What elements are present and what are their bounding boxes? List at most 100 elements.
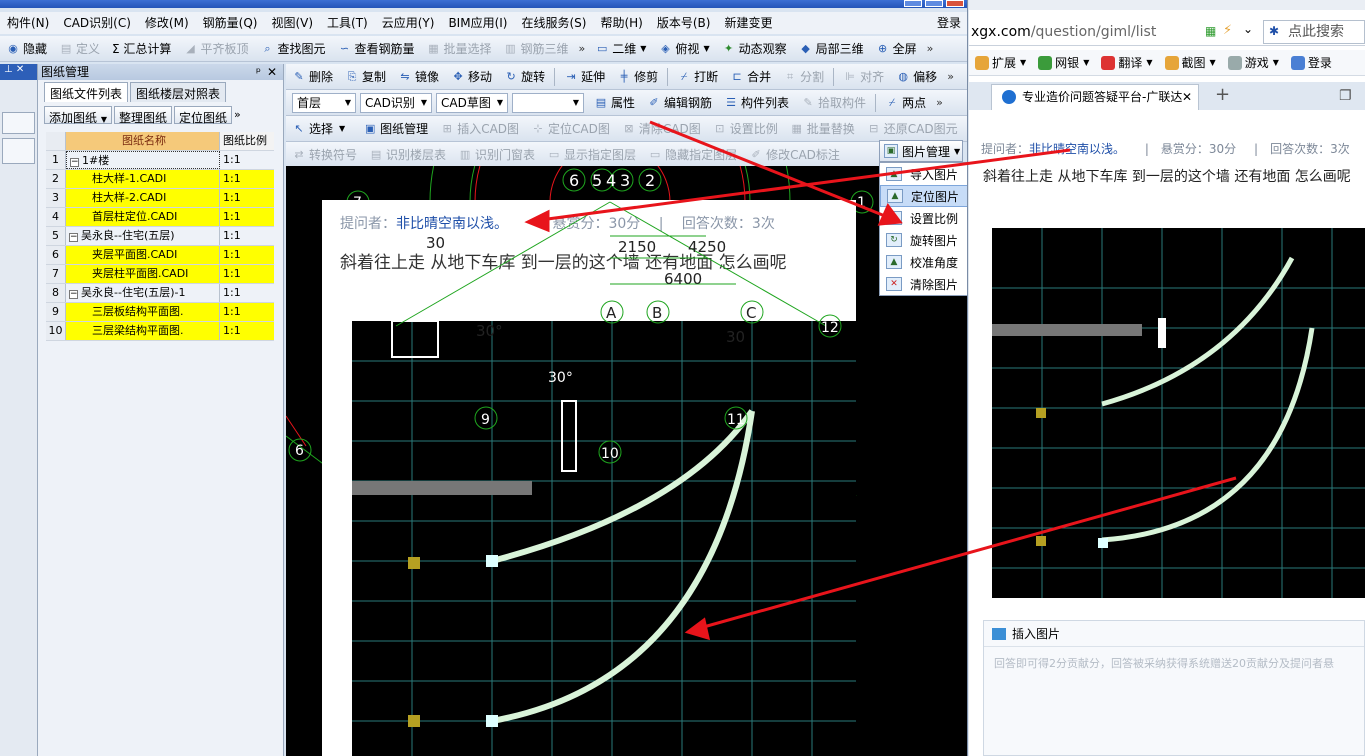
toolbar-overflow-icon[interactable]: »	[923, 42, 938, 55]
rotate-button[interactable]: ↻ 旋转	[498, 65, 551, 89]
table-row[interactable]: 7 夹层柱平面图.CADI 1:1	[46, 265, 274, 284]
local-3d-button[interactable]: ◆ 局部三维	[793, 37, 870, 61]
strip-button[interactable]	[2, 112, 35, 134]
url-text[interactable]: xgx.com/question/giml/list	[969, 24, 1156, 40]
summary-calc-button[interactable]: Σ 汇总计算	[106, 37, 177, 61]
menu-bim[interactable]: BIM应用(I)	[441, 12, 514, 34]
two-points-button[interactable]: ⌿ 两点	[879, 91, 932, 115]
menu-online-service[interactable]: 在线服务(S)	[514, 12, 593, 34]
batch-replace-button[interactable]: ▦ 批量替换	[784, 117, 861, 141]
menu-item-locate-image[interactable]: ▲ 定位图片	[880, 185, 967, 207]
address-bar[interactable]: xgx.com/question/giml/list ▦ ⚡ ⌄ 点此搜索 ✱	[969, 18, 1365, 46]
close-icon[interactable]: ✕	[267, 64, 277, 80]
toolbar-overflow-icon[interactable]: »	[575, 42, 590, 55]
locate-drawing-button[interactable]: 定位图纸	[174, 106, 233, 125]
table-row[interactable]: 10 三层梁结构平面图. 1:1	[46, 322, 274, 341]
drawing-management-button[interactable]: ▣ 图纸管理	[357, 117, 434, 141]
menu-cloud[interactable]: 云应用(Y)	[375, 12, 442, 34]
menu-cad-recognize[interactable]: CAD识别(C)	[56, 12, 138, 34]
tab-drawing-floor-map[interactable]: 图纸楼层对照表	[130, 82, 227, 102]
column-header-name[interactable]: 图纸名称	[66, 132, 220, 150]
toolbar-overflow-icon[interactable]: »	[943, 70, 958, 83]
fav-login[interactable]: 登录	[1285, 54, 1338, 71]
menu-modify[interactable]: 修改(M)	[138, 12, 196, 34]
pin-icon[interactable]: ⊥ ✕	[0, 64, 37, 80]
table-row[interactable]: 4 首层柱定位.CADI 1:1	[46, 208, 274, 227]
view-rebar-button[interactable]: ∽ 查看钢筋量	[331, 37, 420, 61]
cad-draft-select[interactable]: CAD草图 ▼	[436, 92, 508, 113]
table-row[interactable]: 9 三层板结构平面图. 1:1	[46, 303, 274, 322]
toolbar-overflow-icon[interactable]: »	[932, 96, 947, 109]
merge-button[interactable]: ⊏ 合并	[724, 65, 777, 89]
menu-item-set-scale[interactable]: ▲ 设置比例	[880, 207, 967, 229]
dynamic-view-button[interactable]: ✦ 动态观察	[716, 37, 793, 61]
menu-item-clear-image[interactable]: ✕ 清除图片	[880, 273, 967, 295]
table-row[interactable]: 2 柱大样-1.CADI 1:1	[46, 170, 274, 189]
trim-button[interactable]: ╪ 修剪	[611, 65, 664, 89]
hide-button[interactable]: ◉ 隐藏	[0, 37, 53, 61]
find-element-button[interactable]: ⌕ 查找图元	[254, 37, 331, 61]
move-button[interactable]: ✥ 移动	[445, 65, 498, 89]
restore-cad-button[interactable]: ⊟ 还原CAD图元	[861, 117, 964, 141]
table-row[interactable]: 5 − 吴永良--住宅(五层) 1:1	[46, 227, 274, 246]
chevron-down-icon[interactable]: ⌄	[1243, 22, 1253, 36]
fav-translate[interactable]: 翻译 ▼	[1095, 54, 1158, 71]
level-slab-top-button[interactable]: ◢ 平齐板顶	[177, 37, 254, 61]
fav-games[interactable]: 游戏 ▼	[1222, 54, 1285, 71]
show-layer-button[interactable]: ▭ 显示指定图层	[541, 143, 642, 167]
menu-new-change[interactable]: 新建变更	[717, 12, 779, 34]
add-drawing-button[interactable]: 添加图纸 ▼	[44, 106, 112, 125]
table-row[interactable]: 6 夹层平面图.CADI 1:1	[46, 246, 274, 265]
organize-drawing-button[interactable]: 整理图纸	[114, 106, 173, 125]
tab-drawing-file-list[interactable]: 图纸文件列表	[44, 82, 129, 102]
column-header-scale[interactable]: 图纸比例	[220, 132, 274, 150]
convert-symbol-button[interactable]: ⇄ 转换符号	[286, 143, 363, 167]
define-button[interactable]: ▤ 定义	[53, 37, 106, 61]
collapse-icon[interactable]: −	[70, 158, 79, 167]
menu-item-calibrate-angle[interactable]: ▲ 校准角度	[880, 251, 967, 273]
answer-textarea[interactable]: 回答即可得2分贡献分，回答被采纳获得系统赠送20贡献分及提问者悬	[984, 647, 1364, 679]
table-row[interactable]: 1 −1#楼 1:1	[46, 151, 274, 170]
delete-button[interactable]: ✎ 删除	[286, 65, 339, 89]
recognize-floor-table-button[interactable]: ▤ 识别楼层表	[363, 143, 452, 167]
break-button[interactable]: ⌿ 打断	[671, 65, 724, 89]
mirror-button[interactable]: ⇋ 镜像	[392, 65, 445, 89]
overflow-icon[interactable]: »	[234, 106, 241, 124]
maximize-button[interactable]	[925, 0, 943, 7]
answer-editor[interactable]: 插入图片 回答即可得2分贡献分，回答被采纳获得系统赠送20贡献分及提问者悬	[983, 620, 1365, 756]
select-button[interactable]: ↖ 选择 ▼	[286, 117, 351, 141]
menu-rebar-quantity[interactable]: 钢筋量(Q)	[196, 12, 265, 34]
menu-item-rotate-image[interactable]: ↻ 旋转图片	[880, 229, 967, 251]
lightning-icon[interactable]: ⚡	[1223, 23, 1232, 38]
collapse-icon[interactable]: −	[69, 290, 78, 299]
modify-cad-annotation-button[interactable]: ✐ 修改CAD标注	[743, 143, 846, 167]
menu-version[interactable]: 版本号(B)	[650, 12, 718, 34]
collapse-icon[interactable]: −	[69, 233, 78, 242]
menu-help[interactable]: 帮助(H)	[593, 12, 649, 34]
clear-cad-button[interactable]: ⊠ 清除CAD图	[616, 117, 707, 141]
insert-cad-button[interactable]: ⊞ 插入CAD图	[434, 117, 525, 141]
copy-button[interactable]: ⎘ 复制	[339, 65, 392, 89]
hide-layer-button[interactable]: ▭ 隐藏指定图层	[642, 143, 743, 167]
component-select[interactable]: ▼	[512, 92, 584, 113]
table-row[interactable]: 3 柱大样-2.CADI 1:1	[46, 189, 274, 208]
menu-item-import-image[interactable]: ▲ 导入图片	[880, 163, 967, 185]
recognize-door-window-button[interactable]: ▥ 识别门窗表	[452, 143, 541, 167]
fav-screenshot[interactable]: 截图 ▼	[1159, 54, 1222, 71]
2d-view-button[interactable]: ▭ 二维 ▼	[589, 37, 652, 61]
edit-rebar-button[interactable]: ✐ 编辑钢筋	[641, 91, 718, 115]
menu-tools[interactable]: 工具(T)	[320, 12, 375, 34]
component-list-button[interactable]: ☰ 构件列表	[718, 91, 795, 115]
pin-icon[interactable]: ᵖ	[256, 64, 261, 80]
browser-tab[interactable]: 专业造价问题答疑平台-广联达 ✕	[991, 84, 1199, 110]
cad-recognize-select[interactable]: CAD识别 ▼	[360, 92, 432, 113]
batch-select-button[interactable]: ▦ 批量选择	[420, 37, 497, 61]
extend-button[interactable]: ⇥ 延伸	[558, 65, 611, 89]
minimize-button[interactable]	[904, 0, 922, 7]
menu-view[interactable]: 视图(V)	[264, 12, 320, 34]
split-button[interactable]: ⌗ 分割	[777, 65, 830, 89]
fav-extension[interactable]: 扩展 ▼	[969, 54, 1032, 71]
close-tab-icon[interactable]: ✕	[1182, 85, 1192, 109]
align-button[interactable]: ⊫ 对齐	[837, 65, 890, 89]
insert-image-button[interactable]: 插入图片	[984, 621, 1364, 647]
